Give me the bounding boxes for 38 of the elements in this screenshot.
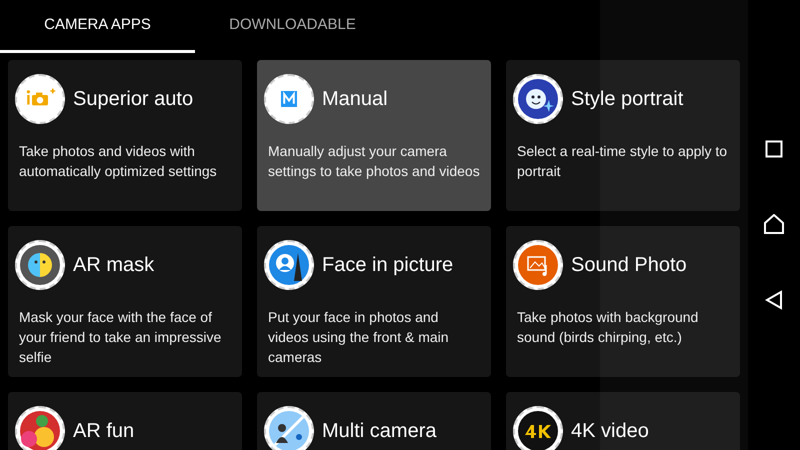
app-card[interactable]: Superior auto Take photos and videos with automatically optimized settings xyxy=(8,60,242,211)
home-icon[interactable] xyxy=(763,214,785,234)
app-card[interactable]: Manual Manually adjust your camera settings to take photos and videos xyxy=(257,60,491,211)
app-title: AR mask xyxy=(73,253,154,278)
app-card[interactable]: AR fun xyxy=(8,392,242,450)
app-description: Take photos with background sound (birds chirping, etc.) xyxy=(516,308,700,347)
app-title: Manual xyxy=(322,87,388,112)
face-tower-icon xyxy=(264,240,314,290)
tab[interactable]: DOWNLOADABLE xyxy=(195,0,390,53)
app-title: Superior auto xyxy=(73,87,194,112)
app-card[interactable]: Sound Photo Take photos with background sound (birds chirping, etc.) xyxy=(506,226,740,377)
app-description: Mask your face with the face of your friend to take an impressive selfie xyxy=(18,308,222,367)
app-title: AR fun xyxy=(73,419,134,444)
app-description: Select a real-time style to apply to portrait xyxy=(516,142,728,181)
app-card[interactable]: Face in picture Put your face in photos and videos using the front & main cameras xyxy=(257,226,491,377)
app-card[interactable]: AR mask Mask your face with the face of your friend to take an impressive selfie xyxy=(8,226,242,377)
smiley-icon xyxy=(513,74,563,124)
letter-m-icon xyxy=(264,74,314,124)
app-description: Put your face in photos and videos using the front & main cameras xyxy=(267,308,450,367)
app-card[interactable]: 4K video xyxy=(506,392,740,450)
people-icon xyxy=(264,406,314,450)
mask-icon xyxy=(15,240,65,290)
app-card[interactable]: Multi camera xyxy=(257,392,491,450)
camera-icon xyxy=(15,74,65,124)
app-card[interactable]: Style portrait Select a real-time style to apply to portrait xyxy=(506,60,740,211)
app-title: Style portrait xyxy=(571,87,684,112)
app-description: Take photos and videos with automatically optimized settings xyxy=(18,142,218,181)
recent-apps-icon[interactable] xyxy=(765,140,783,158)
app-description: Manually adjust your camera settings to take photos and videos xyxy=(267,142,481,181)
back-icon[interactable] xyxy=(765,290,783,310)
4k-icon xyxy=(513,406,563,450)
tab[interactable]: CAMERA APPS xyxy=(0,0,195,53)
picture-note-icon xyxy=(513,240,563,290)
app-title: 4K video xyxy=(571,419,649,444)
app-title: Multi camera xyxy=(322,419,436,444)
app-title: Face in picture xyxy=(322,253,454,278)
balls-icon xyxy=(15,406,65,450)
app-title: Sound Photo xyxy=(571,253,687,278)
